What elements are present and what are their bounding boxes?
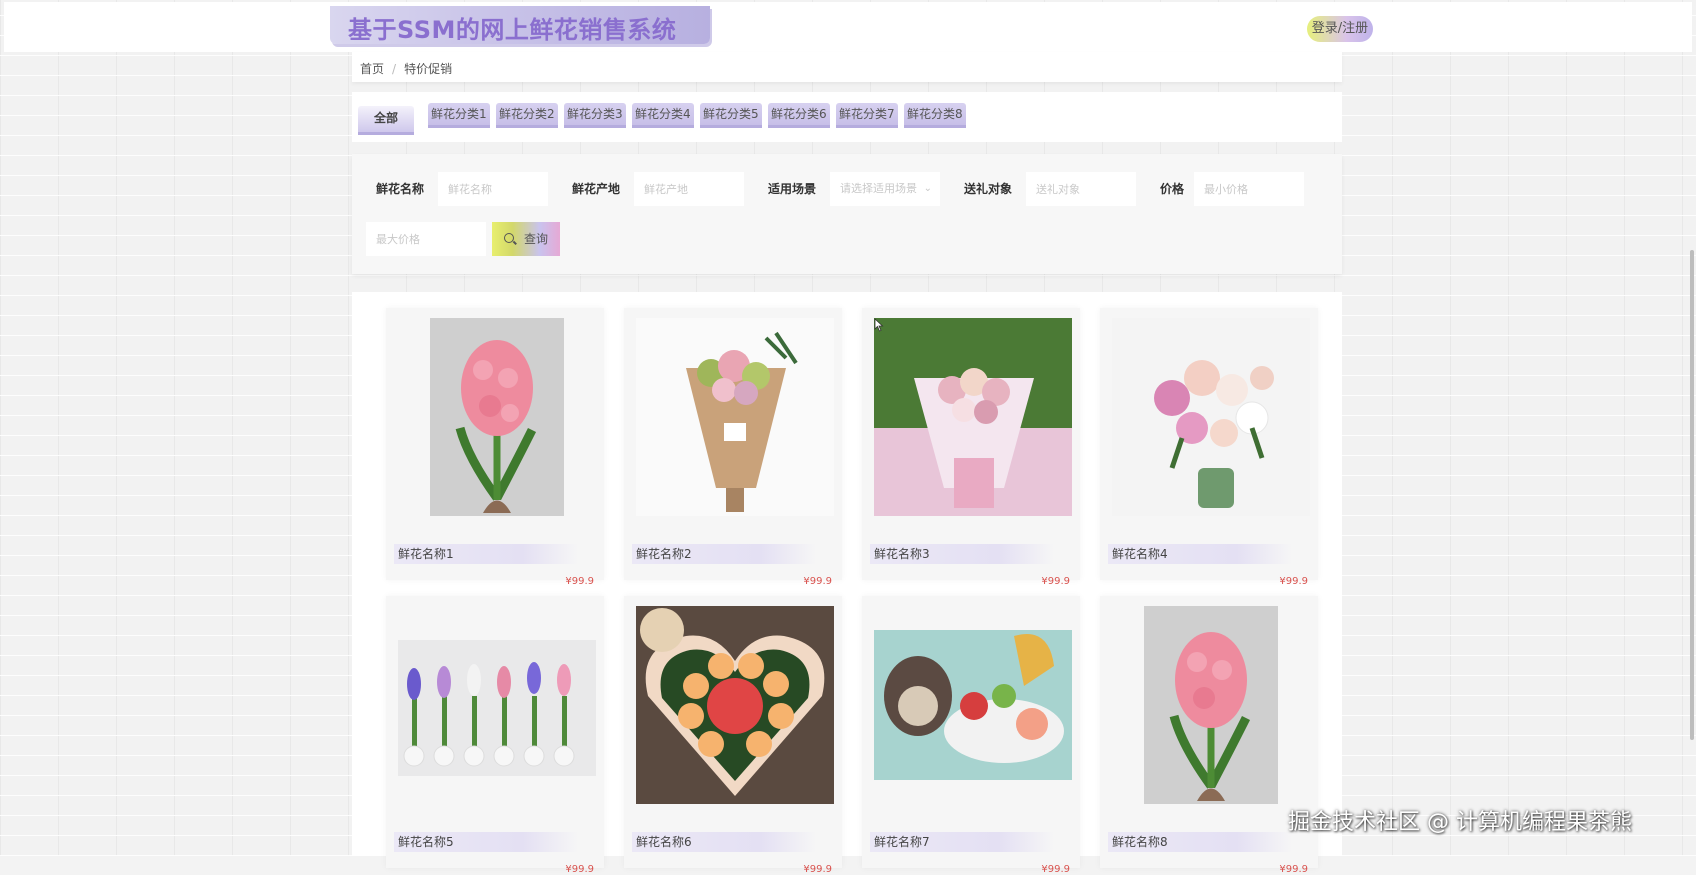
product-image bbox=[1112, 606, 1310, 804]
breadcrumb-home-link[interactable]: 首页 bbox=[360, 62, 384, 76]
product-card[interactable]: 鲜花名称5 ¥99.9 bbox=[386, 596, 604, 875]
category-tabs: 全部 鲜花分类1 鲜花分类2 鲜花分类3 鲜花分类4 鲜花分类5 鲜花分类6 鲜… bbox=[352, 92, 1342, 142]
tab-category-5[interactable]: 鲜花分类5 bbox=[700, 103, 762, 125]
product-price: ¥99.9 bbox=[1041, 864, 1070, 875]
product-card[interactable]: 鲜花名称6 ¥99.9 bbox=[624, 596, 842, 875]
page-scrollbar[interactable] bbox=[1690, 250, 1694, 740]
tab-category-8[interactable]: 鲜花分类8 bbox=[904, 103, 966, 125]
product-price: ¥99.9 bbox=[1041, 576, 1070, 587]
product-name: 鲜花名称2 bbox=[632, 544, 816, 564]
scene-label: 适用场景 bbox=[768, 182, 817, 196]
product-image bbox=[398, 606, 596, 804]
flower-origin-input[interactable] bbox=[634, 172, 744, 206]
product-image bbox=[1112, 318, 1310, 516]
brand-title: 基于SSM的网上鲜花销售系统 bbox=[348, 16, 677, 44]
scene-select-placeholder: 请选择适用场景 bbox=[840, 182, 917, 195]
watermark-text: 掘金技术社区 @ 计算机编程果茶熊 bbox=[1288, 810, 1632, 835]
product-image bbox=[398, 318, 596, 516]
product-price: ¥99.9 bbox=[565, 576, 594, 587]
login-register-button[interactable]: 登录/注册 bbox=[1307, 16, 1373, 42]
product-image bbox=[636, 606, 834, 804]
product-price: ¥99.9 bbox=[803, 576, 832, 587]
product-name: 鲜花名称8 bbox=[1108, 832, 1292, 852]
product-name: 鲜花名称5 bbox=[394, 832, 578, 852]
product-name: 鲜花名称7 bbox=[870, 832, 1054, 852]
product-grid: 鲜花名称1 ¥99.9 鲜花名称2 ¥99.9 鲜花名称3 ¥99.9 鲜花名称… bbox=[352, 292, 1342, 875]
flower-origin-label: 鲜花产地 bbox=[572, 182, 621, 196]
product-card[interactable]: 鲜花名称7 ¥99.9 bbox=[862, 596, 1080, 875]
chevron-down-icon: ⌄ bbox=[923, 183, 932, 194]
product-price: ¥99.9 bbox=[803, 864, 832, 875]
product-image bbox=[874, 318, 1072, 516]
top-bar: 基于SSM的网上鲜花销售系统 登录/注册 bbox=[4, 2, 1692, 52]
search-button[interactable]: 查询 bbox=[492, 222, 560, 256]
price-min-input[interactable] bbox=[1194, 172, 1304, 206]
mouse-cursor-icon bbox=[874, 318, 884, 332]
price-max-input[interactable] bbox=[366, 222, 486, 256]
tab-category-6[interactable]: 鲜花分类6 bbox=[768, 103, 830, 125]
tab-all[interactable]: 全部 bbox=[358, 106, 415, 132]
product-price: ¥99.9 bbox=[1279, 864, 1308, 875]
product-card[interactable]: 鲜花名称3 ¥99.9 bbox=[862, 308, 1080, 587]
product-name: 鲜花名称3 bbox=[870, 544, 1054, 564]
search-icon bbox=[504, 233, 514, 243]
brand-banner: 基于SSM的网上鲜花销售系统 bbox=[330, 6, 710, 44]
flower-name-label: 鲜花名称 bbox=[376, 182, 425, 196]
price-label: 价格 bbox=[1160, 182, 1185, 196]
product-name: 鲜花名称4 bbox=[1108, 544, 1292, 564]
recipient-label: 送礼对象 bbox=[964, 182, 1013, 196]
search-button-label: 查询 bbox=[524, 232, 549, 246]
product-price: ¥99.9 bbox=[565, 864, 594, 875]
tab-category-7[interactable]: 鲜花分类7 bbox=[836, 103, 898, 125]
product-image bbox=[636, 318, 834, 516]
product-name: 鲜花名称1 bbox=[394, 544, 578, 564]
breadcrumb: 首页 / 特价促销 bbox=[360, 60, 452, 77]
search-form: 鲜花名称 鲜花产地 适用场景 请选择适用场景 ⌄ 送礼对象 价格 查询 bbox=[352, 154, 1342, 274]
scene-select[interactable]: 请选择适用场景 ⌄ bbox=[830, 172, 940, 206]
tab-category-3[interactable]: 鲜花分类3 bbox=[564, 103, 626, 125]
product-card[interactable]: 鲜花名称2 ¥99.9 bbox=[624, 308, 842, 587]
recipient-input[interactable] bbox=[1026, 172, 1136, 206]
product-image bbox=[874, 606, 1072, 804]
breadcrumb-bar: 首页 / 特价促销 bbox=[352, 52, 1342, 82]
tab-category-2[interactable]: 鲜花分类2 bbox=[496, 103, 558, 125]
tab-category-4[interactable]: 鲜花分类4 bbox=[632, 103, 694, 125]
product-price: ¥99.9 bbox=[1279, 576, 1308, 587]
product-card[interactable]: 鲜花名称4 ¥99.9 bbox=[1100, 308, 1318, 587]
flower-name-input[interactable] bbox=[438, 172, 548, 206]
breadcrumb-current: 特价促销 bbox=[404, 62, 453, 76]
tab-category-1[interactable]: 鲜花分类1 bbox=[428, 103, 490, 125]
breadcrumb-separator: / bbox=[392, 62, 397, 76]
product-card[interactable]: 鲜花名称1 ¥99.9 bbox=[386, 308, 604, 587]
product-name: 鲜花名称6 bbox=[632, 832, 816, 852]
product-card[interactable]: 鲜花名称8 ¥99.9 bbox=[1100, 596, 1318, 875]
